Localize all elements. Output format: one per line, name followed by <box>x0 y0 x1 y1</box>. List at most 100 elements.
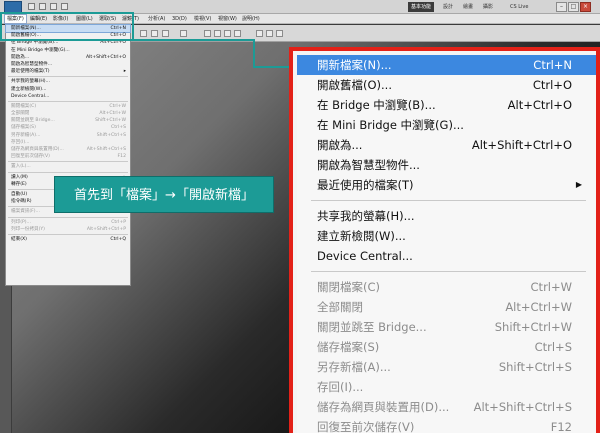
zoom-item-8[interactable]: 共享我的螢幕(H)... <box>297 206 596 226</box>
align-icon-2[interactable] <box>214 30 221 37</box>
align-icon-1[interactable] <box>204 30 211 37</box>
file-menu-dropdown: 開新檔案(N)... Ctrl+N 開啟舊檔(O)... Ctrl+O 在 Bridge… <box>5 23 131 286</box>
small-item-31[interactable]: 列印(P)... Ctrl+P <box>6 219 130 226</box>
option-icon-2[interactable] <box>151 30 158 37</box>
zoom-item-14[interactable]: 關閉並跳至 Bridge... Shift+Ctrl+W <box>297 317 596 337</box>
small-item-label: 在 Mini Bridge 中瀏覽(G)... <box>11 47 70 53</box>
small-item-label: 存回(I)... <box>11 139 30 145</box>
zoom-item-label: 最近使用的檔案(T) <box>317 178 414 192</box>
zoom-item-shortcut: Ctrl+O <box>532 78 572 92</box>
launch-bridge-icon[interactable] <box>28 3 35 10</box>
zoom-item-shortcut: Alt+Shift+Ctrl+O <box>471 138 572 152</box>
option-icon-4[interactable] <box>180 30 187 37</box>
cs-live-button[interactable]: CS Live <box>510 2 528 12</box>
arrange-documents-icon[interactable] <box>61 3 68 10</box>
callout-highlight-frame <box>0 12 134 41</box>
small-item-14[interactable]: 關閉並跳至 Bridge... Shift+Ctrl+W <box>6 117 130 124</box>
zoom-item-3[interactable]: 在 Mini Bridge 中瀏覽(G)... <box>297 115 596 135</box>
small-item-label: 自動(U) <box>11 191 28 197</box>
zoom-item-17[interactable]: 存回(I)... <box>297 377 596 397</box>
small-item-21[interactable]: 置入(L)... <box>6 163 130 170</box>
align-icon-3[interactable] <box>224 30 231 37</box>
zoom-item-label: 回復至前次儲存(V) <box>317 420 415 433</box>
small-item-17[interactable]: 存回(I)... <box>6 139 130 146</box>
zoom-item-9[interactable]: 建立新檢閱(W)... <box>297 226 596 246</box>
small-item-label: 開啟為... <box>11 54 30 60</box>
zoom-item-19[interactable]: 回復至前次儲存(V) F12 <box>297 417 596 433</box>
small-item-shortcut: Alt+Shift+Ctrl+O <box>86 54 126 60</box>
small-separator <box>8 76 128 78</box>
small-item-shortcut: Ctrl+S <box>111 125 126 131</box>
small-item-shortcut: Ctrl+P <box>111 219 126 225</box>
minimize-icon[interactable]: – <box>556 2 567 12</box>
close-icon[interactable]: × <box>580 2 591 12</box>
zoom-item-16[interactable]: 另存新檔(A)... Shift+Ctrl+S <box>297 357 596 377</box>
small-item-label: 儲存為網頁與裝置用(D)... <box>11 147 64 152</box>
zoom-item-15[interactable]: 儲存檔案(S) Ctrl+S <box>297 337 596 357</box>
small-item-19[interactable]: 回復至前次儲存(V) F12 <box>6 153 130 160</box>
zoom-item-10[interactable]: Device Central... <box>297 246 596 266</box>
small-item-label: 結束(X) <box>11 236 27 242</box>
zoom-item-label: 全部關閉 <box>317 300 363 314</box>
zoom-item-18[interactable]: 儲存為網頁與裝置用(D)... Alt+Shift+Ctrl+S <box>297 397 596 417</box>
launch-mini-bridge-icon[interactable] <box>39 3 46 10</box>
small-item-label: 列印一份拷貝(Y) <box>11 226 45 232</box>
align-icon-4[interactable] <box>234 30 241 37</box>
small-item-5[interactable]: 開啟為智慧型物件... <box>6 61 130 68</box>
option-icon-3[interactable] <box>162 30 169 37</box>
small-item-label: 檔案資訊(F)... <box>11 209 40 215</box>
distribute-icon-1[interactable] <box>256 30 263 37</box>
zoom-item-13[interactable]: 全部關閉 Alt+Ctrl+W <box>297 297 596 317</box>
distribute-icon-2[interactable] <box>266 30 273 37</box>
small-item-label: 全部關閉 <box>11 111 30 117</box>
small-item-shortcut: Alt+Shift+Ctrl+P <box>86 226 126 232</box>
magnified-menu-frame: 開新檔案(N)... Ctrl+N 開啟舊檔(O)... Ctrl+O 在 Bridge… <box>289 47 600 433</box>
zoom-level-icon[interactable] <box>50 3 57 10</box>
menu-3d[interactable]: 3D(D) <box>170 15 189 23</box>
small-item-label: 建立新檢閱(W)... <box>11 86 47 92</box>
zoom-item-0[interactable]: 開新檔案(N)... Ctrl+N <box>297 55 596 75</box>
small-item-label: 在 Bridge 中瀏覽(B)... <box>11 40 59 46</box>
small-item-12[interactable]: 關閉檔案(C) Ctrl+W <box>6 103 130 110</box>
small-item-16[interactable]: 另存新檔(A)... Shift+Ctrl+S <box>6 132 130 139</box>
small-separator <box>8 171 128 173</box>
zoom-item-shortcut: Alt+Shift+Ctrl+S <box>473 400 572 414</box>
small-item-label: 開啟為智慧型物件... <box>11 61 53 67</box>
option-icon-1[interactable] <box>140 30 147 37</box>
zoom-item-label: 開啟為... <box>317 138 363 152</box>
menu-window[interactable]: 視窗(W) <box>216 15 239 23</box>
zoom-item-2[interactable]: 在 Bridge 中瀏覽(B)... Alt+Ctrl+O <box>297 95 596 115</box>
small-item-13[interactable]: 全部關閉 Alt+Ctrl+W <box>6 110 130 117</box>
small-item-label: 共享我的螢幕(H)... <box>11 79 50 85</box>
zoom-item-label: Device Central... <box>317 249 413 263</box>
small-item-label: 轉存(E) <box>11 181 27 187</box>
workspace-design-button[interactable]: 設計 <box>440 2 456 12</box>
workspace-essentials-button[interactable]: 基本功能 <box>408 2 435 12</box>
small-item-shortcut: F12 <box>117 154 127 160</box>
small-item-4[interactable]: 開啟為... Alt+Shift+Ctrl+O <box>6 54 130 61</box>
small-item-label: 另存新檔(A)... <box>11 132 41 138</box>
zoom-item-shortcut: Ctrl+W <box>530 280 572 294</box>
zoom-item-6[interactable]: 最近使用的檔案(T) ▶ <box>297 175 596 195</box>
workspace-photography-button[interactable]: 攝影 <box>480 2 496 12</box>
small-item-34[interactable]: 結束(X) Ctrl+Q <box>6 236 130 243</box>
maximize-icon[interactable]: □ <box>568 2 579 12</box>
zoom-item-4[interactable]: 開啟為... Alt+Shift+Ctrl+O <box>297 135 596 155</box>
small-item-10[interactable]: Device Central... <box>6 93 130 100</box>
menu-view[interactable]: 檢視(V) <box>192 15 213 23</box>
workspace-painting-button[interactable]: 繪畫 <box>460 2 476 12</box>
menu-help[interactable]: 說明(H) <box>240 15 262 23</box>
small-item-18[interactable]: 儲存為網頁與裝置用(D)... Alt+Shift+Ctrl+S <box>6 146 130 153</box>
distribute-icon-3[interactable] <box>276 30 283 37</box>
small-item-3[interactable]: 在 Mini Bridge 中瀏覽(G)... <box>6 47 130 54</box>
small-item-6[interactable]: 最近使用的檔案(T) ▸ <box>6 68 130 75</box>
small-item-15[interactable]: 儲存檔案(S) Ctrl+S <box>6 124 130 131</box>
zoom-item-1[interactable]: 開啟舊檔(O)... Ctrl+O <box>297 75 596 95</box>
small-item-9[interactable]: 建立新檢閱(W)... <box>6 86 130 93</box>
small-item-32[interactable]: 列印一份拷貝(Y) Alt+Shift+Ctrl+P <box>6 226 130 233</box>
small-item-8[interactable]: 共享我的螢幕(H)... <box>6 78 130 85</box>
zoom-item-label: 共享我的螢幕(H)... <box>317 209 415 223</box>
zoom-item-12[interactable]: 關閉檔案(C) Ctrl+W <box>297 277 596 297</box>
menu-analysis[interactable]: 分析(A) <box>146 15 167 23</box>
zoom-item-5[interactable]: 開啟為智慧型物件... <box>297 155 596 175</box>
